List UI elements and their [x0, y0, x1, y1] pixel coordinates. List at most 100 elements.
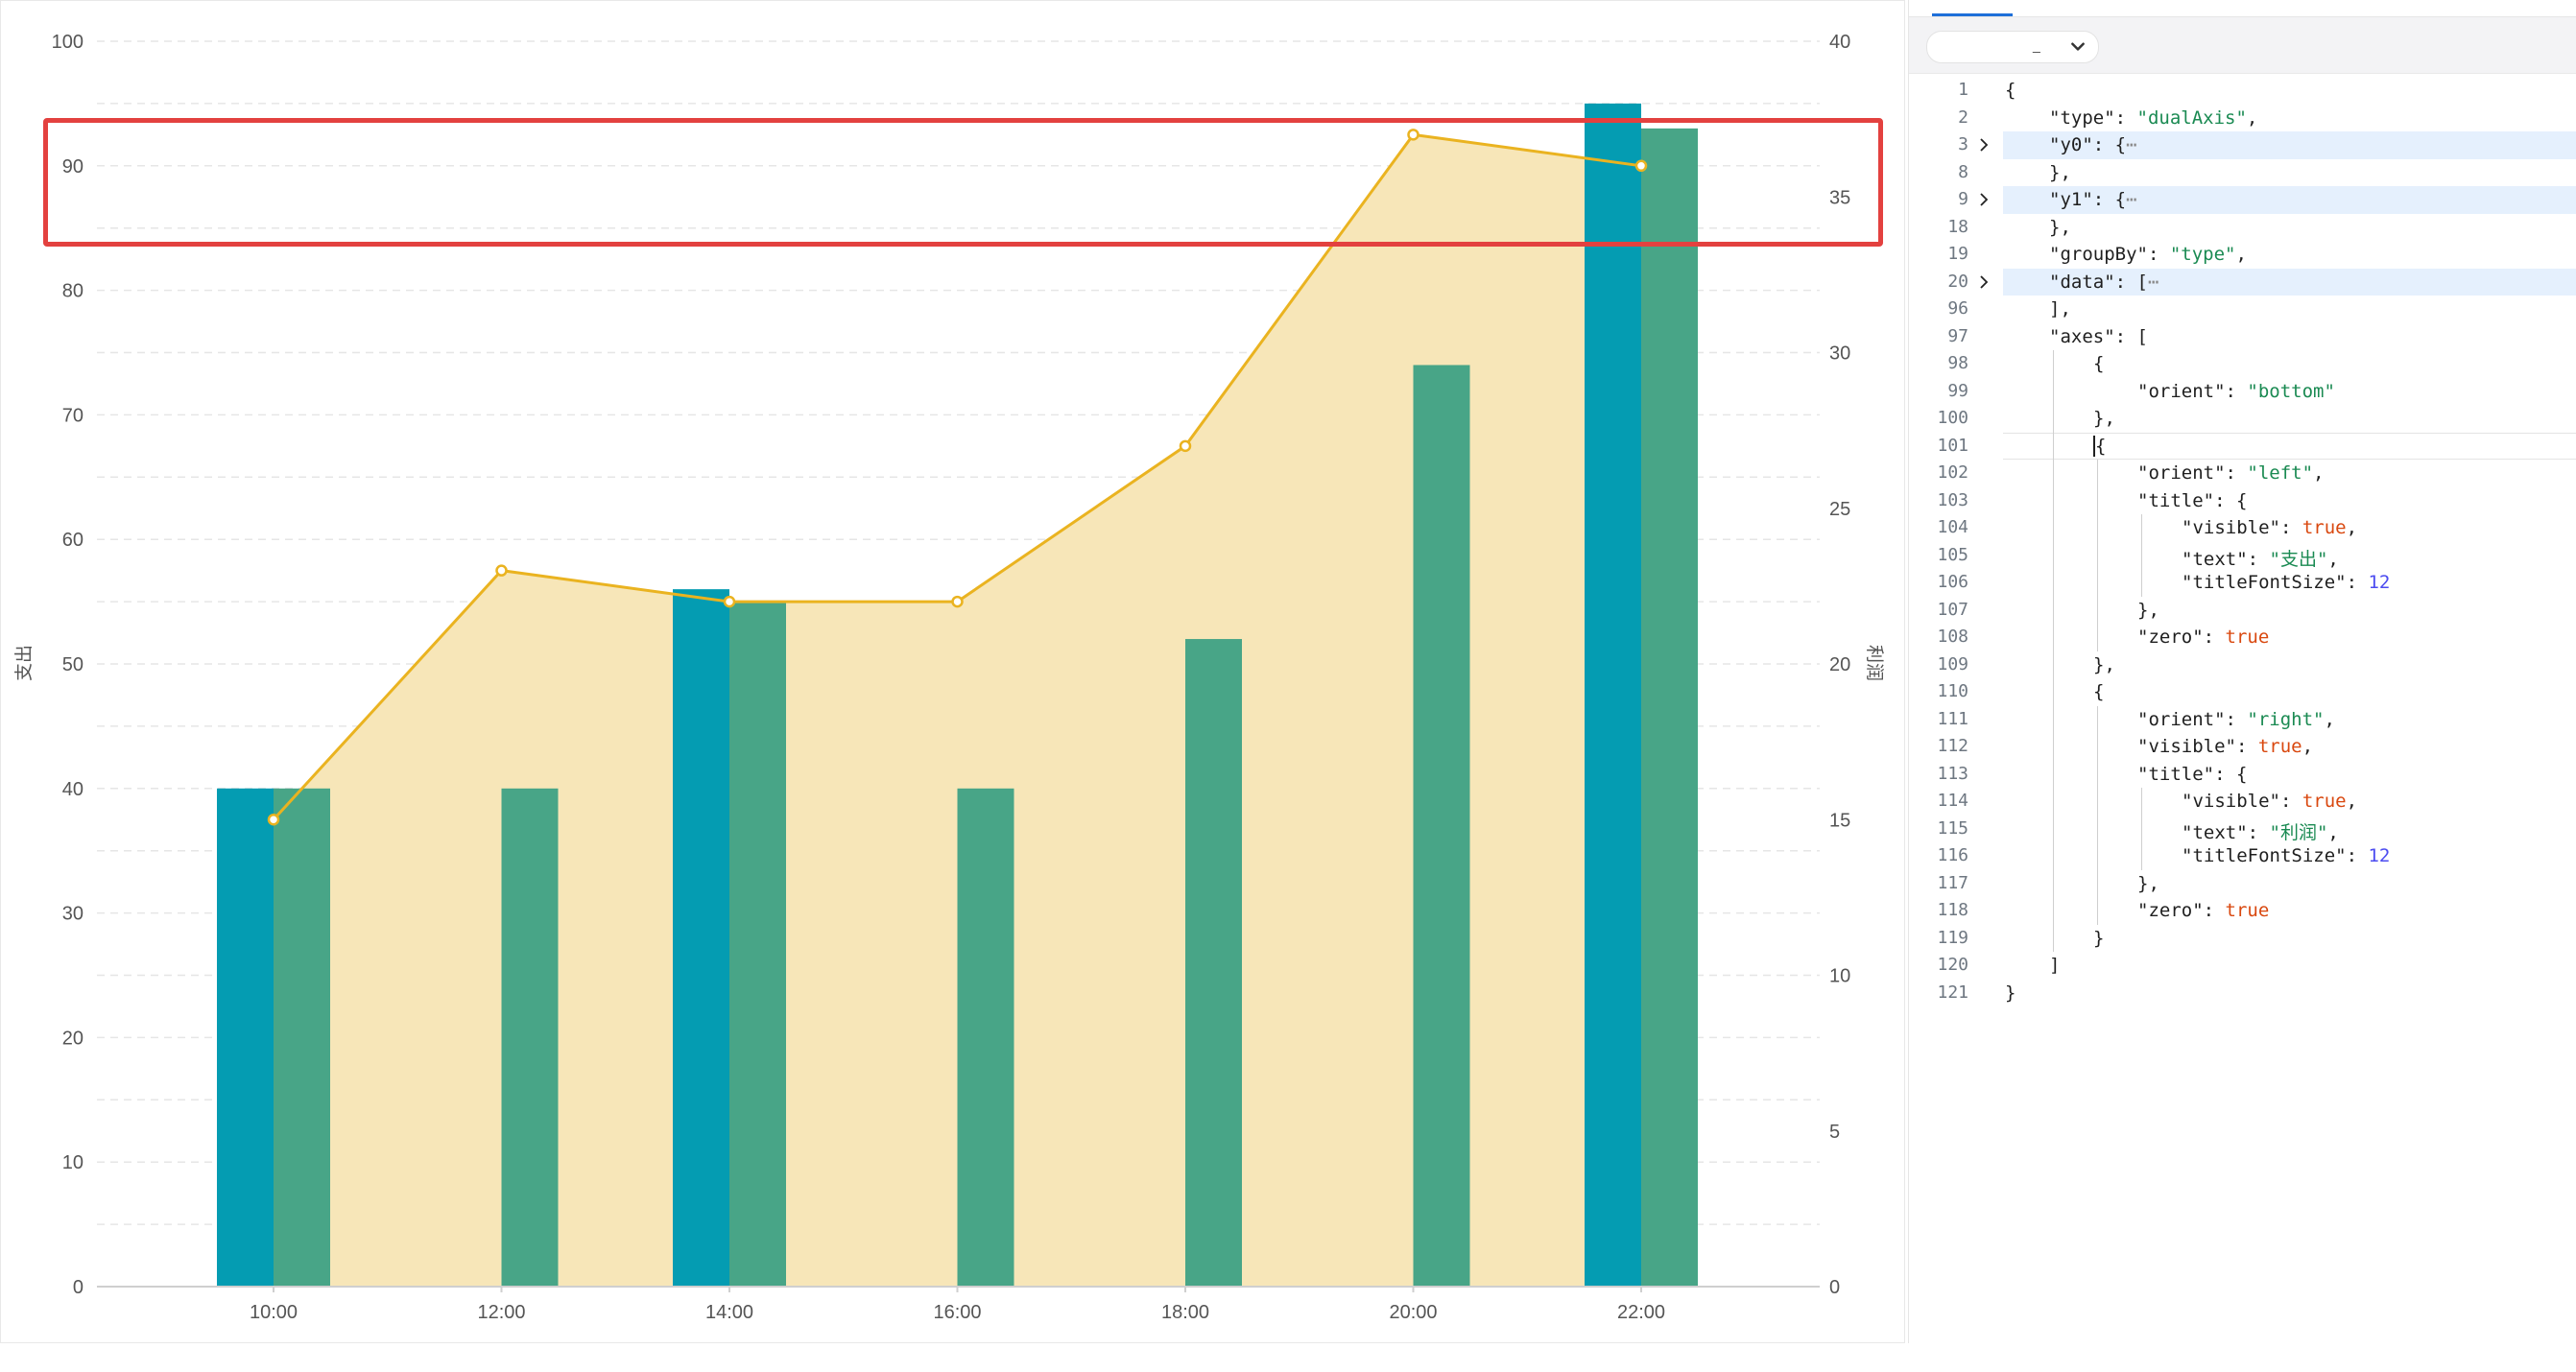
code-token: "titleFontSize": [2182, 572, 2347, 593]
code-line[interactable]: 100},: [1909, 405, 2576, 433]
bar-series-2-bar[interactable]: [274, 788, 330, 1287]
code-line[interactable]: 99 "orient": "bottom": [1909, 378, 2576, 406]
code-line[interactable]: 97 "axes": [: [1909, 323, 2576, 351]
code-token: :: [2247, 548, 2270, 570]
code-token: ,: [2327, 821, 2339, 843]
chevron-right-icon[interactable]: [1976, 192, 1992, 207]
code-token: "title": [2137, 763, 2215, 785]
code-line[interactable]: 109},: [1909, 651, 2576, 679]
line-point[interactable]: [951, 595, 964, 608]
code-token: ,: [2302, 736, 2314, 757]
line-number: 115: [1937, 817, 1968, 839]
code-line[interactable]: 8},: [1909, 159, 2576, 187]
code-line[interactable]: 105 "text": "支出",: [1909, 542, 2576, 570]
code-token: "zero": [2137, 900, 2204, 921]
code-line[interactable]: 119}: [1909, 925, 2576, 953]
code-line-background: [2003, 624, 2576, 651]
code-text: {: [2005, 80, 2015, 101]
code-text: "visible": true,: [2137, 736, 2313, 757]
code-line[interactable]: 107},: [1909, 597, 2576, 625]
code-line[interactable]: 102 "orient": "left",: [1909, 460, 2576, 487]
language-select[interactable]: _: [1926, 31, 2099, 63]
code-line[interactable]: 106 "titleFontSize": 12: [1909, 569, 2576, 597]
code-line[interactable]: 115 "text": "利润",: [1909, 816, 2576, 843]
bar-series-2-bar[interactable]: [1413, 365, 1470, 1288]
code-token: true: [2225, 627, 2270, 648]
line-number: 118: [1937, 900, 1968, 920]
code-line[interactable]: 18},: [1909, 214, 2576, 242]
code-token: :: [2225, 380, 2248, 402]
code-editor[interactable]: 1{2 "type": "dualAxis", 3 "y0": {⋯ 8}, 9 "y1":…: [1909, 77, 2576, 1324]
code-token: "bottom": [2247, 380, 2335, 402]
line-point[interactable]: [267, 814, 280, 826]
bar-series-2-bar[interactable]: [957, 788, 1014, 1287]
y-right-tick-label: 10: [1829, 966, 1850, 987]
code-token: ,: [2327, 548, 2339, 570]
code-text: "data": [⋯: [2049, 272, 2159, 293]
line-number: 112: [1937, 736, 1968, 756]
code-text: "zero": true: [2137, 900, 2269, 921]
bar-series-1-bar[interactable]: [1585, 103, 1641, 1287]
code-line[interactable]: 111 "orient": "right",: [1909, 706, 2576, 734]
code-line[interactable]: 20 "data": [⋯: [1909, 268, 2576, 296]
x-tick-label: 22:00: [1617, 1302, 1665, 1323]
code-token: "title": [2137, 489, 2215, 511]
y-right-tick-label: 0: [1829, 1277, 1840, 1298]
x-tick-label: 10:00: [250, 1302, 298, 1323]
code-line[interactable]: 104 "visible": true,: [1909, 514, 2576, 542]
y-right-tick-label: 5: [1829, 1122, 1840, 1143]
bar-series-2-bar[interactable]: [1185, 639, 1242, 1287]
code-line[interactable]: 19 "groupBy": "type",: [1909, 241, 2576, 269]
bar-series-2-bar[interactable]: [501, 788, 559, 1287]
code-text: },: [2137, 873, 2159, 894]
code-line[interactable]: 108 "zero": true: [1909, 624, 2576, 651]
code-line-background: [2003, 432, 2576, 460]
line-number: 104: [1937, 517, 1968, 537]
line-number: 116: [1937, 845, 1968, 865]
code-line[interactable]: 114 "visible": true,: [1909, 788, 2576, 816]
code-text: ]: [2049, 955, 2060, 976]
code-line[interactable]: 110 {: [1909, 678, 2576, 706]
bar-series-1-bar[interactable]: [673, 589, 729, 1287]
code-line[interactable]: 112 "visible": true,: [1909, 733, 2576, 761]
code-line[interactable]: 116 "titleFontSize": 12: [1909, 842, 2576, 870]
code-line[interactable]: 103 "title": {: [1909, 487, 2576, 515]
code-line-background: [2003, 761, 2576, 789]
code-token: :: [2203, 627, 2226, 648]
bar-series-2-bar[interactable]: [1641, 128, 1698, 1288]
code-line[interactable]: 113 "title": {: [1909, 761, 2576, 789]
chevron-right-icon[interactable]: [1976, 274, 1992, 290]
code-token: }: [2093, 927, 2105, 949]
code-line[interactable]: 121}: [1909, 980, 2576, 1007]
code-line[interactable]: 96],: [1909, 296, 2576, 323]
code-token: "支出": [2269, 548, 2328, 570]
code-line[interactable]: 1{: [1909, 77, 2576, 105]
code-text: "text": "支出",: [2182, 545, 2339, 571]
code-text: "title": {: [2137, 764, 2247, 785]
code-token: true: [2302, 791, 2347, 812]
code-line[interactable]: 2 "type": "dualAxis",: [1909, 105, 2576, 132]
code-token: ],: [2049, 298, 2071, 319]
code-token: :: [2279, 791, 2302, 812]
code-line[interactable]: 120]: [1909, 952, 2576, 980]
code-line[interactable]: 9 "y1": {⋯: [1909, 186, 2576, 214]
code-line[interactable]: 101 {: [1909, 432, 2576, 461]
code-token: "利润": [2269, 821, 2328, 843]
code-line[interactable]: 98 {: [1909, 350, 2576, 378]
code-line[interactable]: 3 "y0": {⋯: [1909, 131, 2576, 159]
code-line-background: [2003, 952, 2576, 980]
bar-series-2-bar[interactable]: [729, 602, 786, 1287]
code-line[interactable]: 117},: [1909, 870, 2576, 898]
line-point[interactable]: [723, 595, 736, 608]
code-text: },: [2049, 217, 2071, 238]
bar-series-1-bar[interactable]: [217, 788, 274, 1287]
line-point[interactable]: [1179, 439, 1192, 453]
y-right-tick-label: 30: [1829, 343, 1850, 365]
code-token: ⋯: [2126, 189, 2137, 210]
code-line-background: [2003, 159, 2576, 187]
chevron-right-icon[interactable]: [1976, 137, 1992, 153]
line-number: 113: [1937, 763, 1968, 784]
line-number: 3: [1958, 134, 1968, 154]
code-line[interactable]: 118 "zero": true: [1909, 897, 2576, 925]
line-point[interactable]: [495, 564, 508, 577]
